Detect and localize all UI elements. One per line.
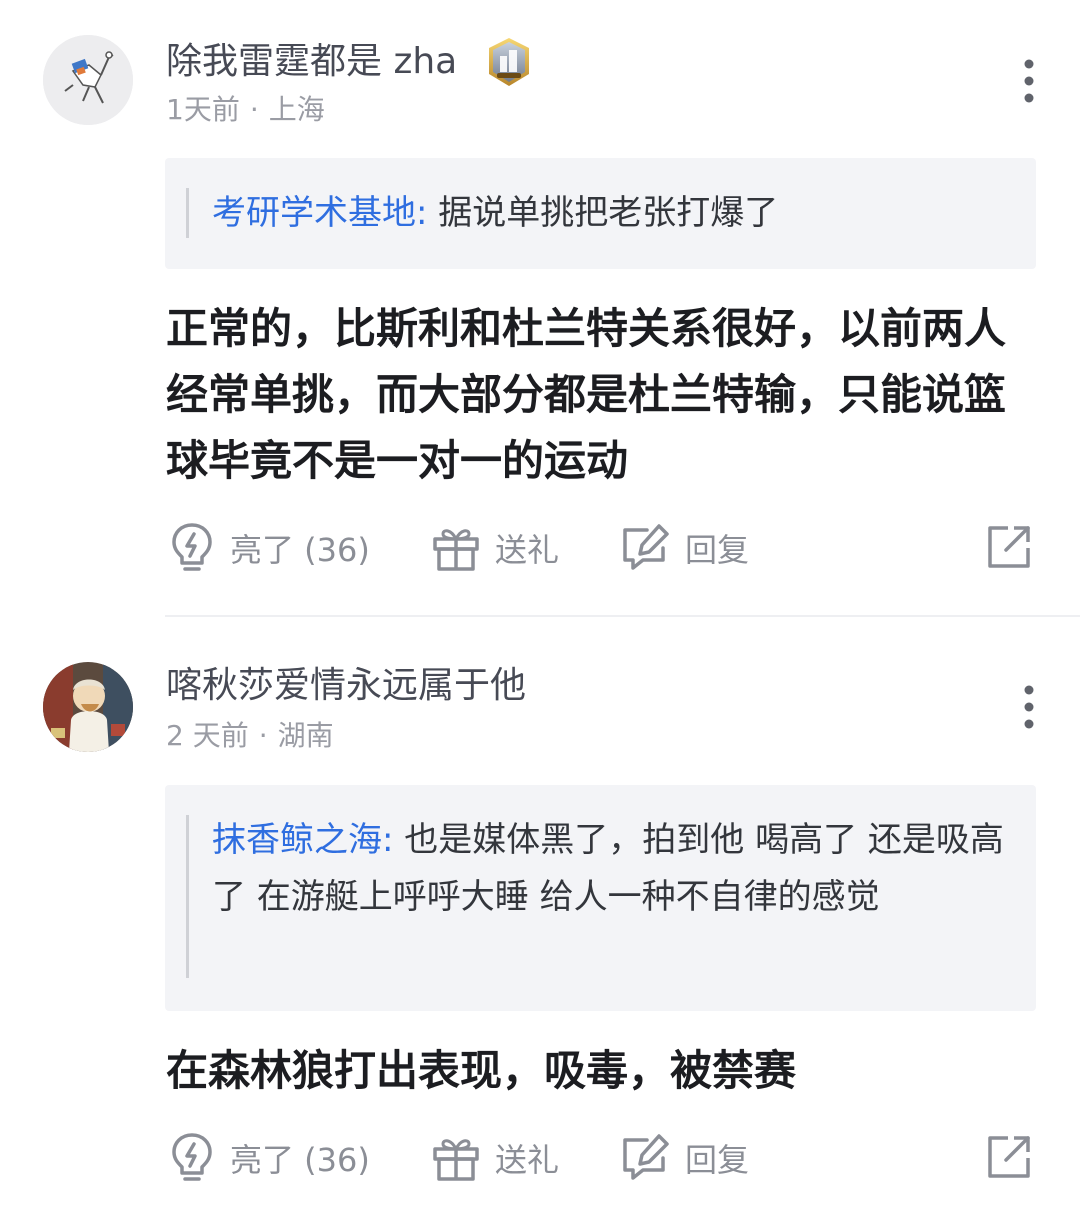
more-vertical-icon	[1024, 59, 1034, 103]
reply-button[interactable]: 回复	[619, 1130, 749, 1186]
quote-author-link[interactable]: 考研学术基地:	[212, 193, 427, 233]
comment-body: 在森林狼打出表现，吸毒，被禁赛	[166, 1046, 797, 1095]
share-icon	[988, 526, 1030, 568]
quoted-comment[interactable]: 考研学术基地: 据说单挑把老张打爆了	[165, 158, 1036, 269]
location: 湖南	[277, 719, 334, 752]
share-button[interactable]	[982, 1130, 1036, 1184]
more-options-button[interactable]	[1004, 52, 1054, 112]
quote-bar	[186, 188, 189, 238]
gift-icon	[433, 529, 479, 571]
separator: ·	[249, 93, 259, 126]
gift-button[interactable]: 送礼	[431, 520, 559, 576]
like-button[interactable]: 亮了 (36)	[168, 1130, 370, 1186]
gift-button[interactable]: 送礼	[431, 1130, 559, 1186]
timestamp: 2 天前	[166, 719, 249, 752]
quote-author-link[interactable]: 抹香鲸之海:	[212, 820, 393, 860]
reply-edit-icon	[623, 524, 669, 570]
like-count-label: 亮了 (36)	[230, 1141, 370, 1179]
quote-text: 抹香鲸之海: 也是媒体黑了，拍到他 喝高了 还是吸高了 在游艇上呼呼大睡 给人一…	[212, 812, 1004, 926]
timestamp: 1天前	[166, 93, 240, 126]
more-vertical-icon	[1024, 685, 1034, 729]
like-count-label: 亮了 (36)	[230, 531, 370, 569]
username[interactable]: 喀秋莎爱情永远属于他	[166, 663, 526, 708]
gift-label: 送礼	[495, 1141, 560, 1179]
quoted-comment[interactable]: 抹香鲸之海: 也是媒体黑了，拍到他 喝高了 还是吸高了 在游艇上呼呼大睡 给人一…	[165, 785, 1036, 1011]
more-options-button[interactable]	[1004, 678, 1054, 738]
share-icon	[988, 1136, 1030, 1178]
reply-button[interactable]: 回复	[619, 520, 749, 576]
comment-meta: 1天前 · 上海	[166, 92, 325, 128]
reply-edit-icon	[623, 1134, 669, 1180]
quote-content: 据说单挑把老张打爆了	[438, 193, 779, 233]
comment-meta: 2 天前 · 湖南	[166, 718, 334, 754]
lightbulb-icon	[172, 523, 212, 571]
comment-body: 正常的，比斯利和杜兰特关系很好，以前两人经常单挑，而大部分都是杜兰特输，只能说篮…	[166, 304, 1007, 485]
reply-label: 回复	[685, 1141, 750, 1179]
comment-item: 除我雷霆都是 zha 1天前 · 上海 考研学术基地: 据说单挑把老张打爆了 正…	[0, 0, 1080, 617]
like-button[interactable]: 亮了 (36)	[168, 520, 370, 576]
share-button[interactable]	[982, 520, 1036, 574]
user-avatar[interactable]	[43, 662, 133, 752]
rank-badge-icon[interactable]	[483, 36, 535, 88]
gift-label: 送礼	[495, 531, 560, 569]
lightbulb-icon	[172, 1133, 212, 1181]
user-avatar[interactable]	[43, 35, 133, 125]
separator: ·	[258, 719, 268, 752]
username[interactable]: 除我雷霆都是 zha	[166, 36, 535, 88]
gift-icon	[433, 1139, 479, 1181]
quote-bar	[186, 815, 189, 978]
quote-text: 考研学术基地: 据说单挑把老张打爆了	[212, 185, 1004, 242]
username-text[interactable]: 除我雷霆都是 zha	[166, 41, 457, 82]
location: 上海	[268, 93, 325, 126]
comment-item: 喀秋莎爱情永远属于他 2 天前 · 湖南 抹香鲸之海: 也是媒体黑了，拍到他 喝高了…	[0, 617, 1080, 1210]
reply-label: 回复	[685, 531, 750, 569]
username-text[interactable]: 喀秋莎爱情永远属于他	[166, 665, 526, 706]
